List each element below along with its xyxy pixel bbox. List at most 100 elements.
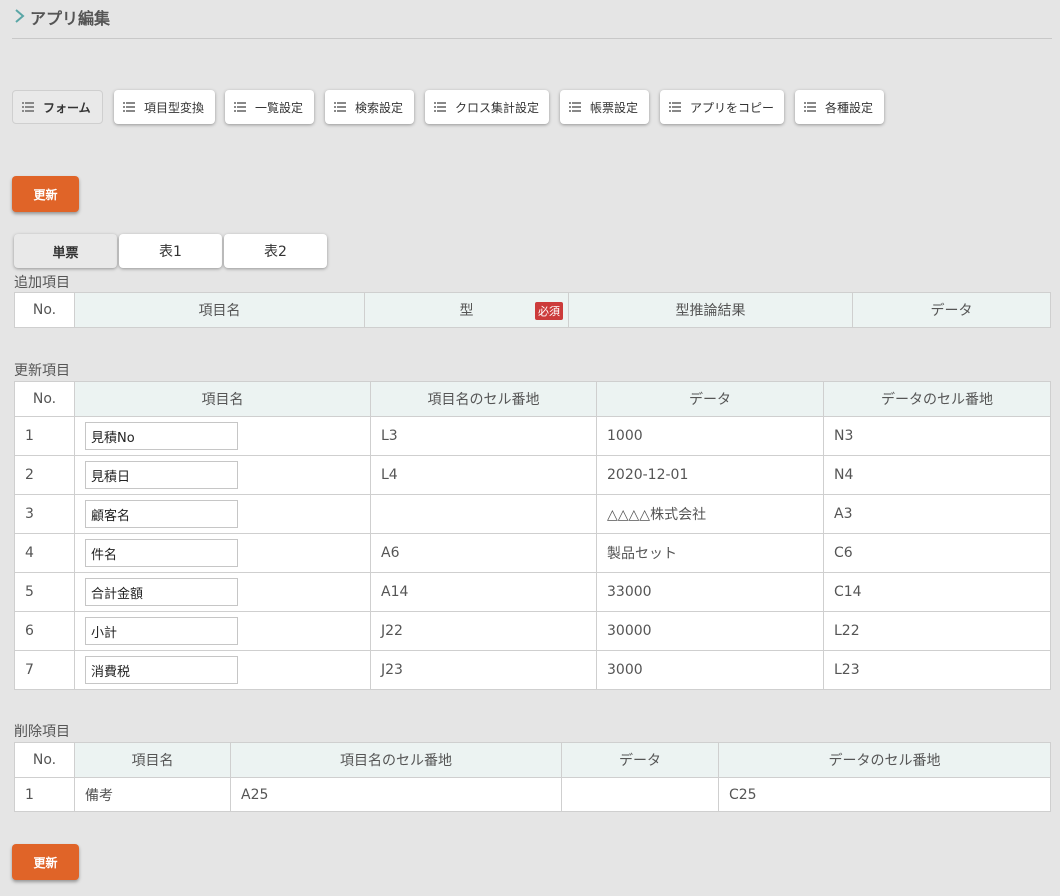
list-icon <box>234 102 246 112</box>
menu-label: 検索設定 <box>355 100 404 115</box>
table-row: 6 小計 J22 30000 L22 <box>14 611 1051 651</box>
col-header-no: No. <box>14 742 75 778</box>
col-header-data-cell: データのセル番地 <box>823 381 1051 417</box>
name-cell-address: J22 <box>370 611 597 651</box>
menu-copy-app-button[interactable]: アプリをコピー <box>660 90 784 124</box>
update-section-label: 更新項目 <box>14 363 70 379</box>
col-header-no: No. <box>14 381 75 417</box>
menu-report-settings-button[interactable]: 帳票設定 <box>560 90 649 124</box>
update-button-top[interactable]: 更新 <box>12 176 79 212</box>
data-value: 33000 <box>596 572 824 612</box>
row-no: 4 <box>14 533 75 573</box>
name-cell-address: A14 <box>370 572 597 612</box>
menu-search-settings-button[interactable]: 検索設定 <box>325 90 414 124</box>
col-header-name: 項目名 <box>74 381 371 417</box>
chevron-right-icon <box>15 9 25 23</box>
update-button-bottom[interactable]: 更新 <box>12 844 79 880</box>
col-header-type-inference: 型推論結果 <box>568 292 853 328</box>
row-no: 1 <box>14 777 75 812</box>
col-header-name: 項目名 <box>74 742 231 778</box>
menu-label: フォーム <box>43 100 91 115</box>
name-cell-address <box>370 494 597 534</box>
menu-label: アプリをコピー <box>690 100 775 115</box>
add-items-table: No. 項目名 型 必須 型推論結果 データ <box>14 292 1051 328</box>
menu-label: 項目型変換 <box>144 100 205 115</box>
name-cell-address: J23 <box>370 650 597 690</box>
name-cell: 合計金額 <box>74 572 371 612</box>
name-cell: 消費税 <box>74 650 371 690</box>
data-cell-address: L22 <box>823 611 1051 651</box>
menu-label: 帳票設定 <box>590 100 639 115</box>
item-name-input[interactable]: 合計金額 <box>85 578 238 606</box>
update-items-table: No. 項目名 項目名のセル番地 データ データのセル番地 1 見積No L3 … <box>14 381 1051 690</box>
item-name-input[interactable]: 顧客名 <box>85 500 238 528</box>
col-header-no: No. <box>14 292 75 328</box>
name-cell-address: L4 <box>370 455 597 495</box>
col-header-data-cell: データのセル番地 <box>718 742 1051 778</box>
row-no: 6 <box>14 611 75 651</box>
menu-list-settings-button[interactable]: 一覧設定 <box>225 90 314 124</box>
data-cell-address: N3 <box>823 416 1051 456</box>
data-value: 3000 <box>596 650 824 690</box>
data-value: 2020-12-01 <box>596 455 824 495</box>
data-cell-address: A3 <box>823 494 1051 534</box>
tab-table1[interactable]: 表1 <box>119 234 222 268</box>
data-cell-address: N4 <box>823 455 1051 495</box>
delete-items-table: No. 項目名 項目名のセル番地 データ データのセル番地 1 備考 A25 C… <box>14 742 1051 812</box>
data-cell-address: C25 <box>718 777 1051 812</box>
item-name-input[interactable]: 見積日 <box>85 461 238 489</box>
menu-form-button[interactable]: フォーム <box>12 90 103 124</box>
menu-label: クロス集計設定 <box>455 100 540 115</box>
table-row: 3 顧客名 △△△△株式会社 A3 <box>14 494 1051 534</box>
col-header-name-cell: 項目名のセル番地 <box>370 381 597 417</box>
list-icon <box>434 102 446 112</box>
list-icon <box>334 102 346 112</box>
row-no: 5 <box>14 572 75 612</box>
row-no: 2 <box>14 455 75 495</box>
item-name-input[interactable]: 消費税 <box>85 656 238 684</box>
item-name-input[interactable]: 件名 <box>85 539 238 567</box>
list-icon <box>804 102 816 112</box>
menu-field-type-convert-button[interactable]: 項目型変換 <box>114 90 215 124</box>
list-icon <box>22 102 34 112</box>
table-row: 1 見積No L3 1000 N3 <box>14 416 1051 456</box>
table-header-row: No. 項目名 項目名のセル番地 データ データのセル番地 <box>14 381 1051 417</box>
menu-various-settings-button[interactable]: 各種設定 <box>795 90 884 124</box>
name-cell: 見積No <box>74 416 371 456</box>
name-cell: 見積日 <box>74 455 371 495</box>
list-icon <box>669 102 681 112</box>
table-row: 2 見積日 L4 2020-12-01 N4 <box>14 455 1051 495</box>
name-cell: 小計 <box>74 611 371 651</box>
list-icon <box>123 102 135 112</box>
col-header-type-label: 型 <box>459 303 474 319</box>
data-value: 30000 <box>596 611 824 651</box>
name-cell: 件名 <box>74 533 371 573</box>
col-header-data: データ <box>561 742 719 778</box>
name-cell-address: A6 <box>370 533 597 573</box>
col-header-type: 型 必須 <box>364 292 569 328</box>
col-header-name-cell: 項目名のセル番地 <box>230 742 562 778</box>
row-no: 7 <box>14 650 75 690</box>
menu-label: 各種設定 <box>825 100 874 115</box>
item-name: 備考 <box>74 777 231 812</box>
data-cell-address: C14 <box>823 572 1051 612</box>
page-title: アプリ編集 <box>30 9 111 28</box>
tab-table2[interactable]: 表2 <box>224 234 327 268</box>
row-no: 1 <box>14 416 75 456</box>
list-icon <box>569 102 581 112</box>
table-row: 1 備考 A25 C25 <box>14 777 1051 812</box>
required-badge: 必須 <box>535 302 563 320</box>
menu-crosstab-settings-button[interactable]: クロス集計設定 <box>425 90 549 124</box>
data-cell-address: L23 <box>823 650 1051 690</box>
table-row: 7 消費税 J23 3000 L23 <box>14 650 1051 690</box>
item-name-input[interactable]: 見積No <box>85 422 238 450</box>
tab-single[interactable]: 単票 <box>14 234 117 268</box>
delete-section-label: 削除項目 <box>14 724 70 740</box>
name-cell: 顧客名 <box>74 494 371 534</box>
item-name-input[interactable]: 小計 <box>85 617 238 645</box>
data-value: △△△△株式会社 <box>596 494 824 534</box>
menu-label: 一覧設定 <box>255 100 304 115</box>
name-cell-address: A25 <box>230 777 562 812</box>
col-header-data: データ <box>596 381 824 417</box>
table-row: 5 合計金額 A14 33000 C14 <box>14 572 1051 612</box>
